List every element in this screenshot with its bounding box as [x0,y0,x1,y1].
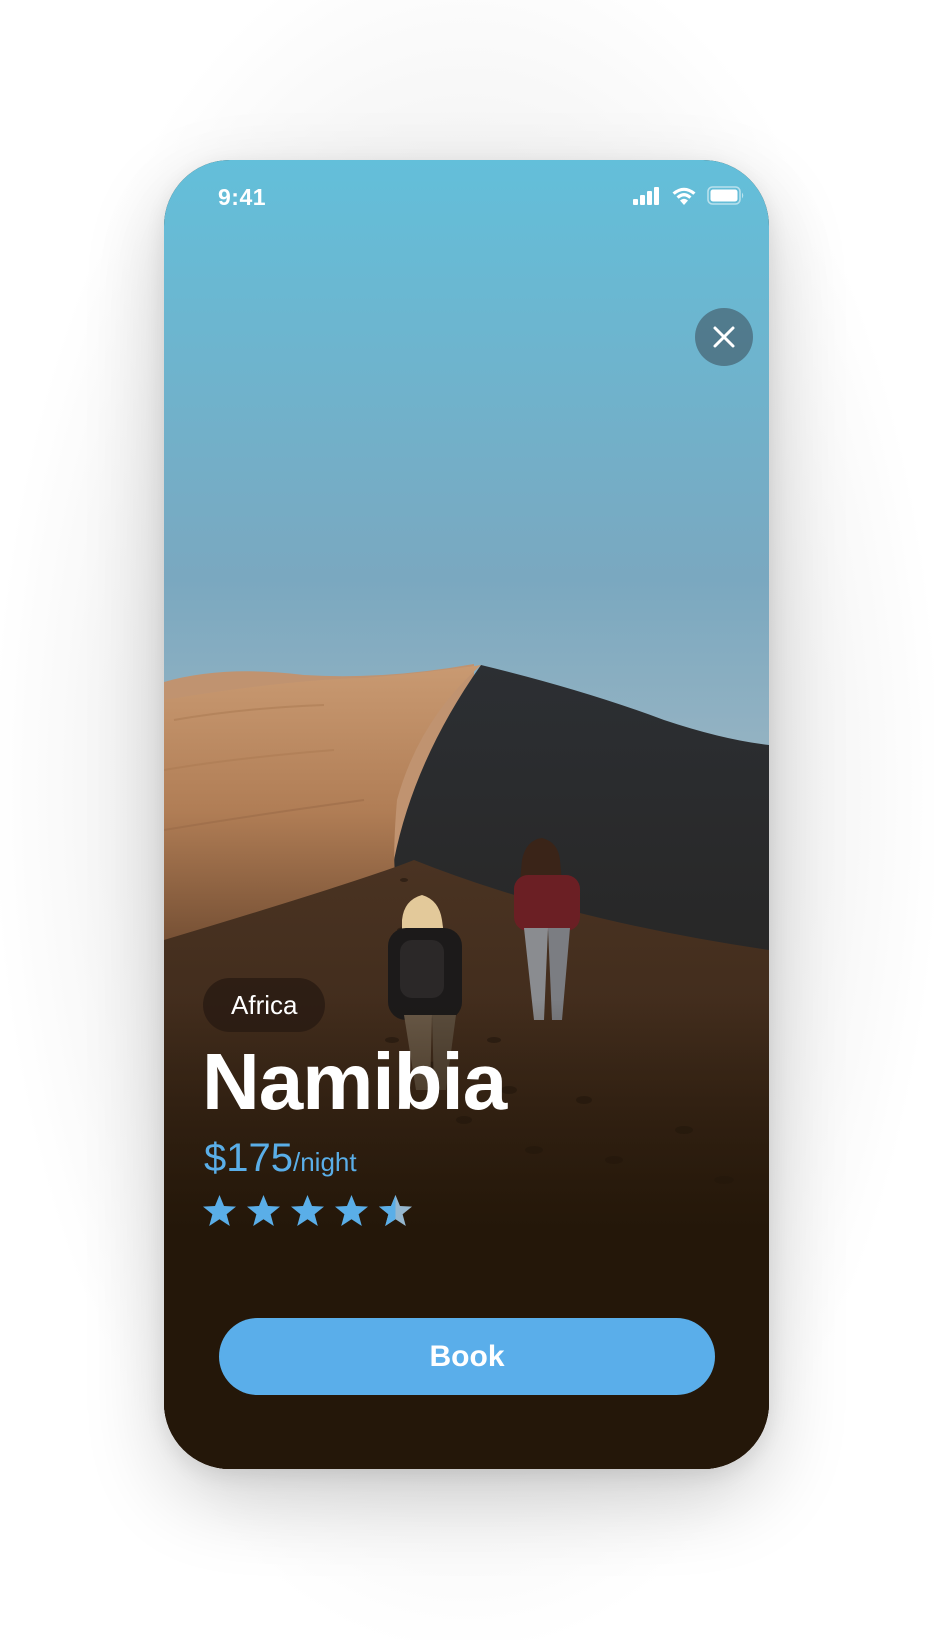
price-unit: /night [292,1147,357,1177]
star-full-icon [291,1195,324,1226]
status-time: 9:41 [218,184,267,210]
price-amount: $175 [204,1136,293,1180]
wifi-icon [672,187,696,205]
star-full-icon [203,1195,236,1226]
destination-title: Namibia [202,1037,507,1126]
battery-icon [707,186,744,205]
hero-image [164,160,769,1469]
star-full-icon [247,1195,280,1226]
close-icon [713,326,735,348]
phone-frame: 9:41 Africa Namibia $175/night Book [164,160,769,1469]
region-tag[interactable]: Africa [203,978,326,1032]
close-button[interactable] [695,308,753,366]
status-icons [633,186,745,205]
book-button[interactable]: Book [219,1318,715,1395]
star-rating [202,1194,413,1228]
price: $175/night [204,1138,357,1178]
star-half-icon [379,1195,412,1226]
page-background: 9:41 Africa Namibia $175/night Book [0,0,934,1640]
signal-icon [633,186,659,205]
star-full-icon [335,1195,368,1226]
